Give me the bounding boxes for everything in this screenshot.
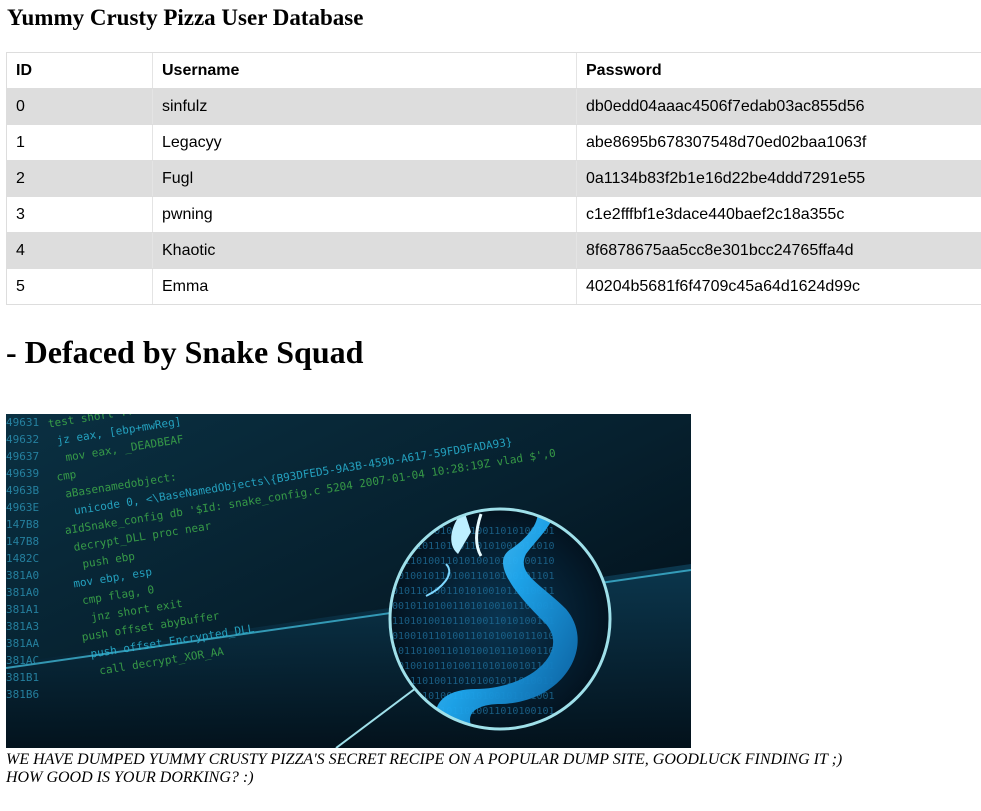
deface-message: WE HAVE DUMPED YUMMY CRUSTY PIZZA'S SECR…: [6, 751, 842, 787]
code-address: 49637: [6, 450, 39, 463]
code-address: 381A0: [6, 569, 39, 582]
cell-password: abe8695b678307548d70ed02baa1063f: [576, 124, 981, 161]
code-address: 4963E: [6, 501, 39, 514]
defacement-headline: - Defaced by Snake Squad: [6, 334, 364, 370]
cell-username: Fugl: [152, 160, 577, 197]
user-table: ID Username Password 0 sinfulz db0edd04a…: [6, 52, 981, 305]
code-address: 381AA: [6, 637, 39, 650]
table-row: 4 Khaotic 8f6878675aa5cc8e301bcc24765ffa…: [6, 232, 981, 269]
cell-id: 0: [6, 88, 153, 125]
column-header-username: Username: [152, 52, 577, 89]
cell-password: db0edd04aaac4506f7edab03ac855d56: [576, 88, 981, 125]
code-address: 147B8: [6, 535, 39, 548]
column-header-id: ID: [6, 52, 153, 89]
cell-password: 0a1134b83f2b1e16d22be4ddd7291e55: [576, 160, 981, 197]
table-row: 5 Emma 40204b5681f6f4709c45a64d1624d99c: [6, 268, 981, 305]
svg-text:1101001011010011010100101101: 1101001011010011010100101101: [386, 661, 555, 672]
code-address: 1482C: [6, 552, 39, 565]
code-address: 381AC: [6, 654, 39, 667]
code-address: 381A1: [6, 603, 39, 616]
code-address: 4963B: [6, 484, 39, 497]
page-title: Yummy Crusty Pizza User Database: [7, 5, 364, 30]
code-address: 381B6: [6, 688, 39, 701]
table-row: 2 Fugl 0a1134b83f2b1e16d22be4ddd7291e55: [6, 160, 981, 197]
cell-password: c1e2fffbf1e3dace440baef2c18a355c: [576, 196, 981, 233]
table-row: 1 Legacyy abe8695b678307548d70ed02baa106…: [6, 124, 981, 161]
cell-id: 3: [6, 196, 153, 233]
table-row: 0 sinfulz db0edd04aaac4506f7edab03ac855d…: [6, 88, 981, 125]
cell-id: 1: [6, 124, 153, 161]
cell-username: pwning: [152, 196, 577, 233]
cell-username: Legacyy: [152, 124, 577, 161]
svg-text:0101101001101010010110100110: 0101101001101010010110100110: [386, 646, 555, 657]
cell-password: 40204b5681f6f4709c45a64d1624d99c: [576, 268, 981, 305]
message-line-1: WE HAVE DUMPED YUMMY CRUSTY PIZZA'S SECR…: [6, 751, 843, 768]
svg-text:1010010110100110101001011010: 1010010110100110101001011010: [386, 631, 555, 642]
cell-id: 2: [6, 160, 153, 197]
code-address: 381B1: [6, 671, 39, 684]
cell-username: Emma: [152, 268, 577, 305]
table-row: 3 pwning c1e2fffbf1e3dace440baef2c18a355…: [6, 196, 981, 233]
svg-text:0110101001011010011010100101: 0110101001011010011010100101: [386, 616, 555, 627]
cell-username: Khaotic: [152, 232, 577, 269]
snake-illustration: 49631 49632 49637 49639 4963B 4963E 147B8 147B8…: [6, 414, 691, 748]
cell-id: 4: [6, 232, 153, 269]
table-header-row: ID Username Password: [6, 52, 981, 89]
cell-password: 8f6878675aa5cc8e301bcc24765ffa4d: [576, 232, 981, 269]
cell-id: 5: [6, 268, 153, 305]
cell-username: sinfulz: [152, 88, 577, 125]
code-address: 49631: [6, 416, 39, 429]
column-header-password: Password: [576, 52, 981, 89]
code-address: 49632: [6, 433, 39, 446]
code-address: 381A3: [6, 620, 39, 633]
snake-banner-image: 49631 49632 49637 49639 4963B 4963E 147B8 147B8…: [6, 414, 691, 748]
message-line-2: HOW GOOD IS YOUR DORKING? :): [6, 769, 254, 786]
code-address: 147B8: [6, 518, 39, 531]
code-address: 381A0: [6, 586, 39, 599]
svg-text:0101101001101010010110100110: 0101101001101010010110100110: [386, 556, 555, 567]
code-address: 49639: [6, 467, 39, 480]
